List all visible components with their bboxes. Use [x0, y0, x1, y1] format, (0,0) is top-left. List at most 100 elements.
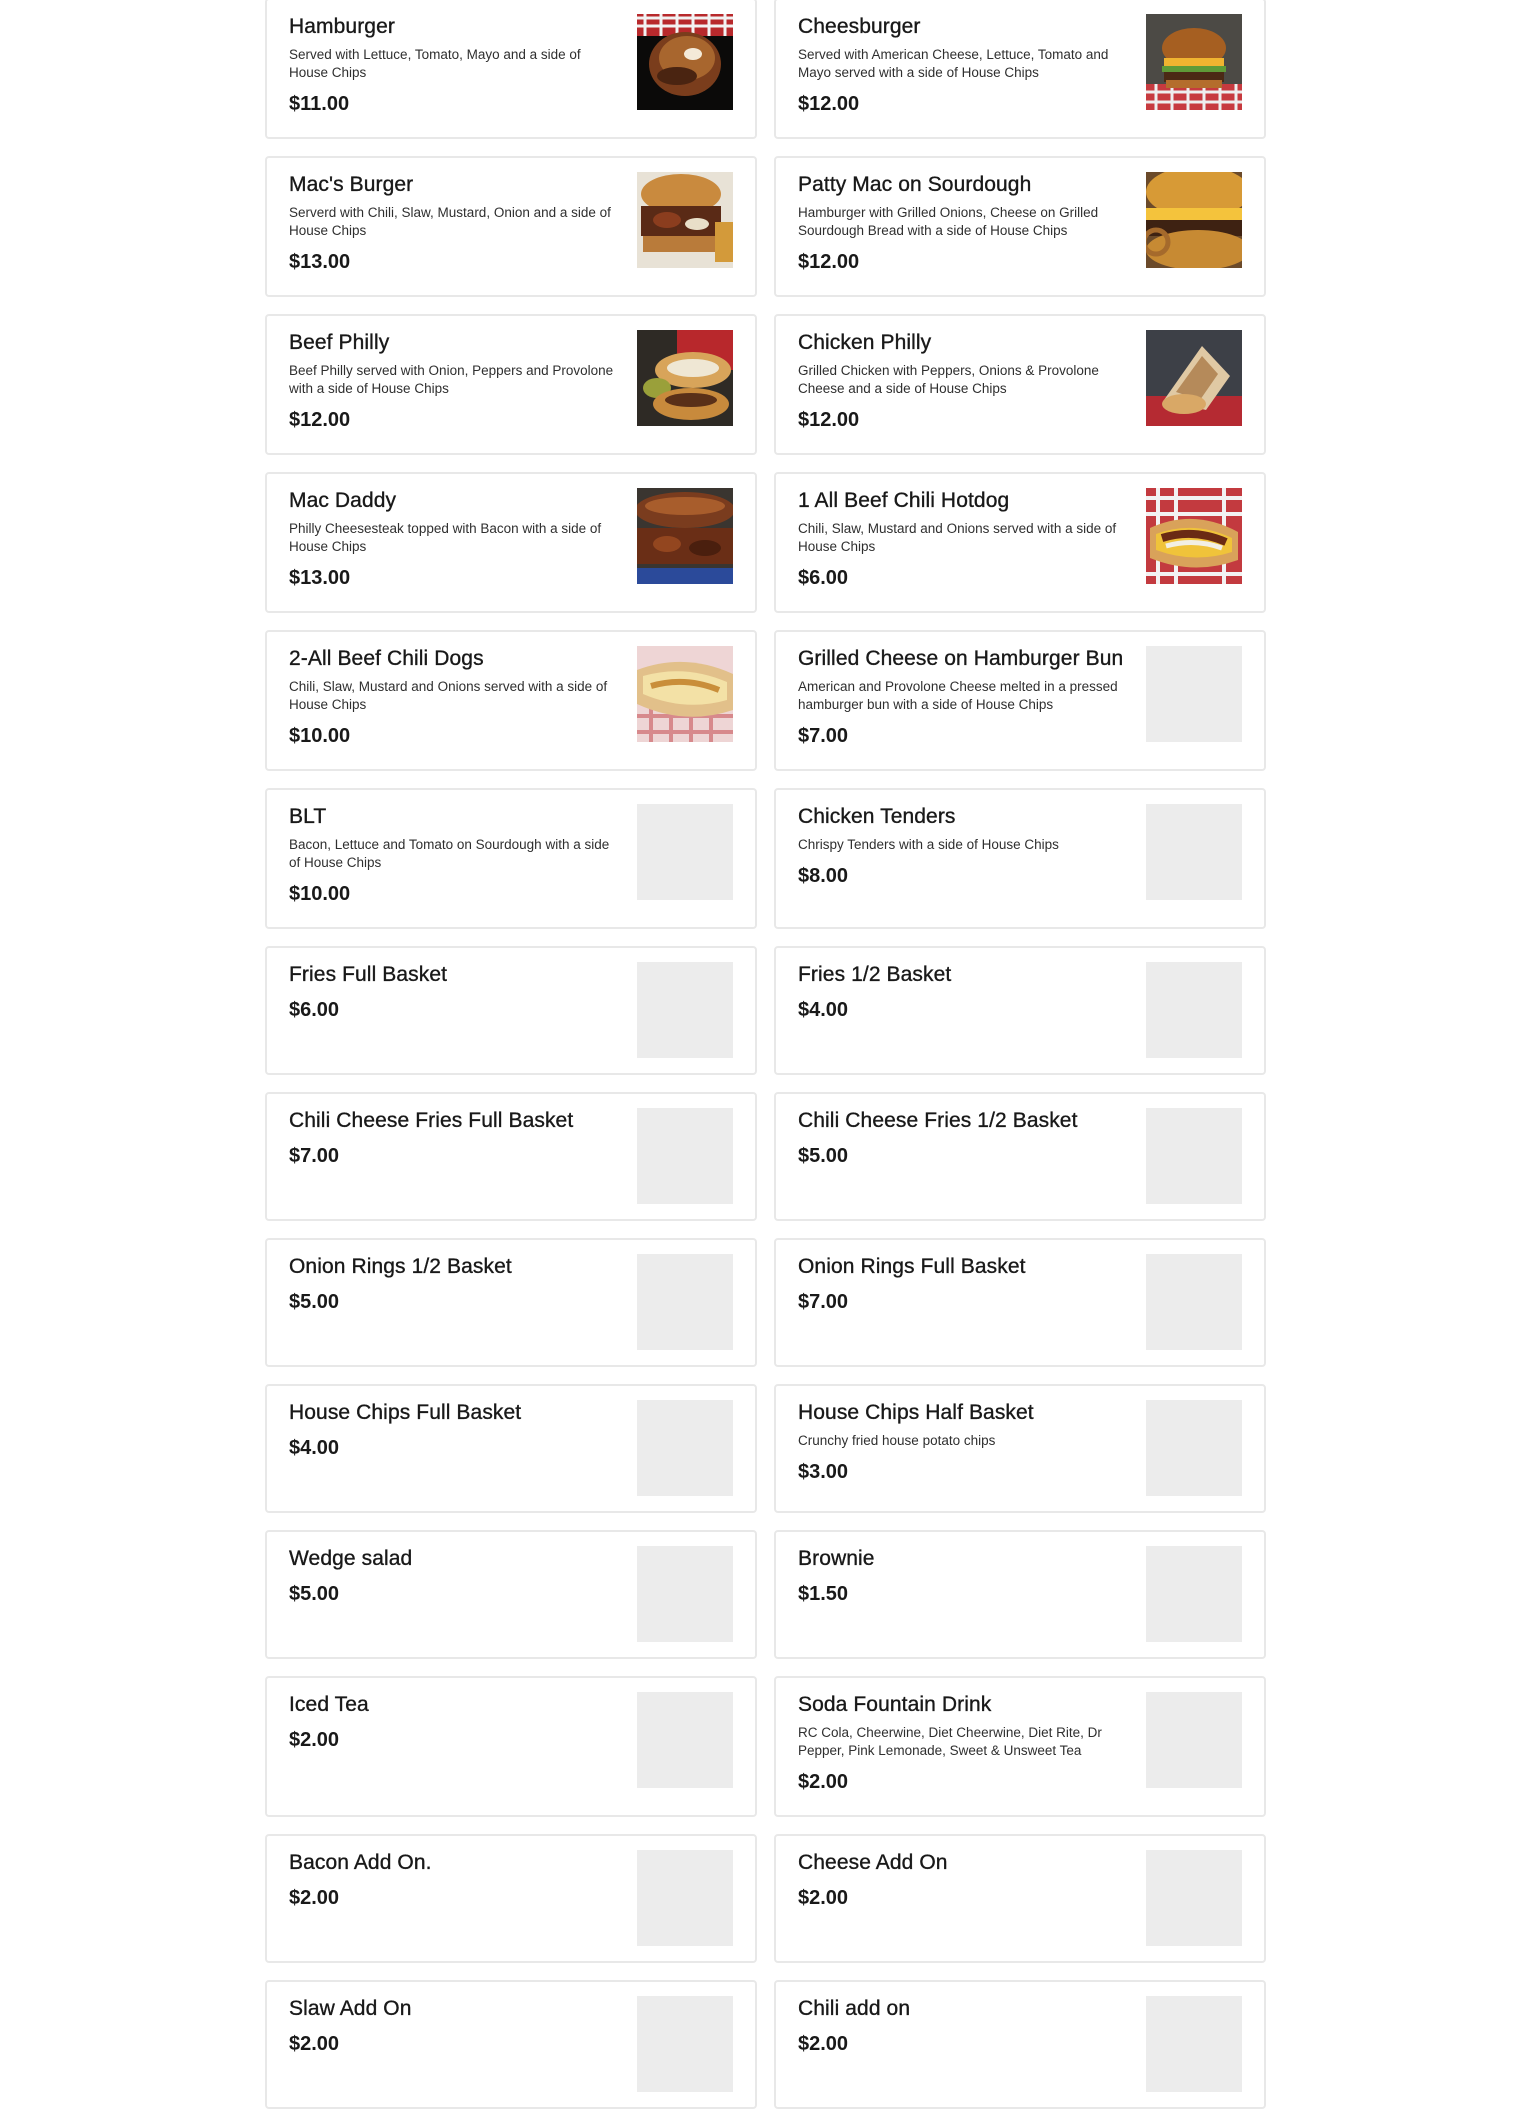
- image-placeholder: [637, 1850, 733, 1946]
- menu-item-card[interactable]: Patty Mac on Sourdough Hamburger with Gr…: [774, 156, 1266, 297]
- cheeseburger-photo: [1146, 14, 1242, 110]
- menu-item-grid: Hamburger Served with Lettuce, Tomato, M…: [265, 0, 1266, 2109]
- menu-item-card[interactable]: BLT Bacon, Lettuce and Tomato on Sourdou…: [265, 788, 757, 929]
- menu-item-card[interactable]: 2-All Beef Chili Dogs Chili, Slaw, Musta…: [265, 630, 757, 771]
- menu-item-name: Iced Tea: [289, 1693, 369, 1716]
- philly-photo-graphic: [637, 330, 733, 426]
- menu-item-card[interactable]: Brownie $1.50: [774, 1530, 1266, 1659]
- menu-item-card[interactable]: House Chips Half Basket Crunchy fried ho…: [774, 1384, 1266, 1513]
- menu-item-description: Chili, Slaw, Mustard and Onions served w…: [798, 521, 1117, 554]
- menu-item-name: Soda Fountain Drink: [798, 1693, 992, 1716]
- hotdogs-photo: [637, 646, 733, 742]
- image-placeholder: [1146, 1108, 1242, 1204]
- image-placeholder: [637, 804, 733, 900]
- menu-item-card[interactable]: Beef Philly Beef Philly served with Onio…: [265, 314, 757, 455]
- menu-item-price: $6.00: [289, 999, 340, 1021]
- menu-item-price: $10.00: [289, 883, 351, 905]
- menu-item-price: $2.00: [798, 1771, 849, 1793]
- menu-item-text: Wedge salad $5.00: [289, 1546, 619, 1606]
- image-placeholder: [1146, 1546, 1242, 1642]
- image-placeholder: [637, 962, 733, 1058]
- menu-item-name: Fries 1/2 Basket: [798, 963, 952, 986]
- menu-item-card[interactable]: Onion Rings 1/2 Basket $5.00: [265, 1238, 757, 1367]
- menu-item-card[interactable]: Mac's Burger Serverd with Chili, Slaw, M…: [265, 156, 757, 297]
- menu-item-price: $7.00: [289, 1145, 340, 1167]
- menu-item-name: Chili Cheese Fries Full Basket: [289, 1109, 574, 1132]
- menu-item-text: Fries 1/2 Basket $4.00: [798, 962, 1128, 1022]
- burger-photo-graphic: [637, 14, 733, 110]
- chicken-philly-photo: [1146, 330, 1242, 426]
- menu-item-card[interactable]: Soda Fountain Drink RC Cola, Cheerwine, …: [774, 1676, 1266, 1817]
- image-placeholder: [637, 1546, 733, 1642]
- menu-item-description: Serverd with Chili, Slaw, Mustard, Onion…: [289, 205, 611, 238]
- menu-item-card[interactable]: House Chips Full Basket $4.00: [265, 1384, 757, 1513]
- menu-item-price: $12.00: [798, 251, 860, 273]
- image-placeholder: [637, 1254, 733, 1350]
- menu-item-card[interactable]: 1 All Beef Chili Hotdog Chili, Slaw, Mus…: [774, 472, 1266, 613]
- menu-item-name: Wedge salad: [289, 1547, 413, 1570]
- menu-item-price: $1.50: [798, 1583, 849, 1605]
- menu-item-description: American and Provolone Cheese melted in …: [798, 679, 1118, 712]
- menu-item-price: $4.00: [798, 999, 849, 1021]
- burger-photo: [637, 14, 733, 110]
- menu-item-price: $13.00: [289, 567, 351, 589]
- menu-item-text: House Chips Half Basket Crunchy fried ho…: [798, 1400, 1128, 1484]
- image-placeholder: [637, 1400, 733, 1496]
- menu-item-price: $5.00: [289, 1583, 340, 1605]
- menu-item-price: $12.00: [798, 93, 860, 115]
- menu-item-name: Mac Daddy: [289, 489, 397, 512]
- menu-item-text: Brownie $1.50: [798, 1546, 1128, 1606]
- menu-item-price: $2.00: [798, 2033, 849, 2055]
- menu-item-name: 1 All Beef Chili Hotdog: [798, 489, 1010, 512]
- menu-item-card[interactable]: Chili Cheese Fries 1/2 Basket $5.00: [774, 1092, 1266, 1221]
- menu-item-card[interactable]: Chili add on $2.00: [774, 1980, 1266, 2109]
- menu-item-text: Slaw Add On $2.00: [289, 1996, 619, 2056]
- menu-item-card[interactable]: Mac Daddy Philly Cheesesteak topped with…: [265, 472, 757, 613]
- menu-item-description: Crunchy fried house potato chips: [798, 1433, 996, 1448]
- philly-photo: [637, 330, 733, 426]
- menu-item-text: Onion Rings Full Basket $7.00: [798, 1254, 1128, 1314]
- menu-item-name: Chicken Philly: [798, 331, 932, 354]
- menu-item-text: Chicken Philly Grilled Chicken with Pepp…: [798, 330, 1128, 432]
- menu-item-text: Cheese Add On $2.00: [798, 1850, 1128, 1910]
- menu-item-description: Beef Philly served with Onion, Peppers a…: [289, 363, 614, 396]
- menu-item-name: Onion Rings 1/2 Basket: [289, 1255, 512, 1278]
- menu-item-price: $4.00: [289, 1437, 340, 1459]
- menu-item-description: RC Cola, Cheerwine, Diet Cheerwine, Diet…: [798, 1725, 1102, 1758]
- menu-item-text: Cheesburger Served with American Cheese,…: [798, 14, 1128, 116]
- menu-item-name: Grilled Cheese on Hamburger Bun: [798, 647, 1124, 670]
- menu-item-card[interactable]: Onion Rings Full Basket $7.00: [774, 1238, 1266, 1367]
- menu-item-card[interactable]: Grilled Cheese on Hamburger Bun American…: [774, 630, 1266, 771]
- menu-item-name: Cheesburger: [798, 15, 921, 38]
- menu-item-card[interactable]: Hamburger Served with Lettuce, Tomato, M…: [265, 0, 757, 139]
- image-placeholder: [1146, 1996, 1242, 2092]
- menu-item-price: $3.00: [798, 1461, 849, 1483]
- menu-item-card[interactable]: Slaw Add On $2.00: [265, 1980, 757, 2109]
- menu-item-card[interactable]: Chicken Tenders Chrispy Tenders with a s…: [774, 788, 1266, 929]
- menu-item-name: Bacon Add On.: [289, 1851, 432, 1874]
- menu-item-price: $2.00: [289, 1887, 340, 1909]
- image-placeholder: [637, 1108, 733, 1204]
- hotdogs-photo-graphic: [637, 646, 733, 742]
- image-placeholder: [1146, 962, 1242, 1058]
- menu-item-price: $8.00: [798, 865, 849, 887]
- menu-item-description: Served with American Cheese, Lettuce, To…: [798, 47, 1109, 80]
- menu-item-name: Chicken Tenders: [798, 805, 956, 828]
- menu-item-card[interactable]: Iced Tea $2.00: [265, 1676, 757, 1817]
- menu-item-card[interactable]: Cheesburger Served with American Cheese,…: [774, 0, 1266, 139]
- menu-item-card[interactable]: Wedge salad $5.00: [265, 1530, 757, 1659]
- menu-item-card[interactable]: Fries 1/2 Basket $4.00: [774, 946, 1266, 1075]
- menu-item-card[interactable]: Chicken Philly Grilled Chicken with Pepp…: [774, 314, 1266, 455]
- menu-item-price: $10.00: [289, 725, 351, 747]
- image-placeholder: [1146, 804, 1242, 900]
- cheesesteak-photo: [637, 488, 733, 584]
- menu-item-card[interactable]: Chili Cheese Fries Full Basket $7.00: [265, 1092, 757, 1221]
- menu-item-card[interactable]: Fries Full Basket $6.00: [265, 946, 757, 1075]
- menu-item-card[interactable]: Cheese Add On $2.00: [774, 1834, 1266, 1963]
- menu-item-card[interactable]: Bacon Add On. $2.00: [265, 1834, 757, 1963]
- menu-item-description: Hamburger with Grilled Onions, Cheese on…: [798, 205, 1099, 238]
- menu-item-text: Mac Daddy Philly Cheesesteak topped with…: [289, 488, 619, 590]
- image-placeholder: [1146, 1254, 1242, 1350]
- menu-item-text: Chicken Tenders Chrispy Tenders with a s…: [798, 804, 1128, 888]
- chicken-philly-photo-graphic: [1146, 330, 1242, 426]
